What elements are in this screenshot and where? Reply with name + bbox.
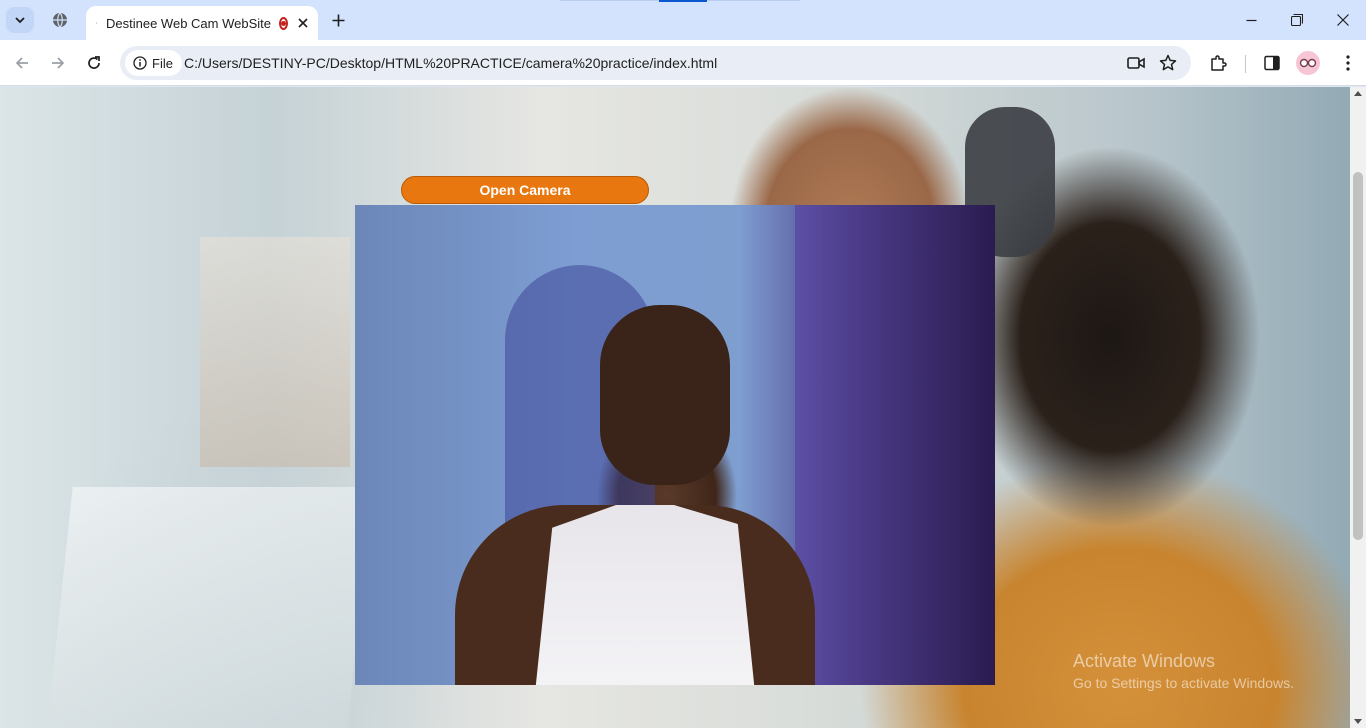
info-icon bbox=[133, 56, 147, 70]
page-viewport: Open Camera Activate Windows Go to Setti… bbox=[0, 87, 1350, 728]
plus-icon bbox=[332, 14, 344, 26]
reload-button[interactable] bbox=[82, 51, 106, 75]
video-curtain bbox=[795, 205, 995, 685]
minimize-button[interactable] bbox=[1228, 0, 1274, 40]
video-person-head bbox=[600, 305, 730, 485]
forward-arrow-icon bbox=[52, 57, 65, 69]
window-top-accent bbox=[659, 0, 707, 2]
minimize-icon bbox=[1246, 19, 1256, 21]
scroll-down-arrow-icon[interactable] bbox=[1354, 719, 1362, 724]
chevron-down-icon bbox=[15, 17, 25, 24]
back-button[interactable] bbox=[10, 51, 34, 75]
close-icon bbox=[1337, 14, 1349, 26]
camera-icon bbox=[1127, 57, 1145, 69]
activate-windows-watermark: Activate Windows Go to Settings to activ… bbox=[1073, 651, 1294, 691]
side-panel-button[interactable] bbox=[1260, 51, 1284, 75]
recording-icon bbox=[279, 16, 288, 30]
glasses-icon bbox=[1299, 58, 1317, 68]
restore-icon bbox=[1291, 14, 1303, 26]
globe-icon bbox=[53, 12, 67, 28]
tab-title: Destinee Web Cam WebSite bbox=[106, 15, 271, 31]
browser-menu-button[interactable] bbox=[1336, 51, 1360, 75]
pinned-tab[interactable] bbox=[46, 8, 74, 32]
profile-avatar-icon[interactable] bbox=[1296, 51, 1320, 75]
address-bar[interactable]: File C:/Users/DESTINY-PC/Desktop/HTML%20… bbox=[120, 46, 1191, 80]
back-arrow-icon bbox=[15, 57, 28, 69]
background-photo-shelf bbox=[200, 237, 350, 467]
site-info-chip[interactable]: File bbox=[125, 50, 182, 76]
url-text[interactable]: C:/Users/DESTINY-PC/Desktop/HTML%20PRACT… bbox=[184, 55, 717, 71]
tab-close-button[interactable] bbox=[298, 15, 308, 31]
file-scheme-label: File bbox=[152, 55, 173, 71]
tab-search-button[interactable] bbox=[6, 7, 34, 33]
restore-button[interactable] bbox=[1274, 0, 1320, 40]
scroll-up-arrow-icon[interactable] bbox=[1354, 91, 1362, 96]
scroll-thumb[interactable] bbox=[1353, 172, 1363, 540]
camera-in-use-button[interactable] bbox=[1126, 53, 1146, 73]
extensions-icon bbox=[1211, 55, 1227, 71]
watermark-subtitle: Go to Settings to activate Windows. bbox=[1073, 675, 1294, 691]
globe-icon bbox=[96, 22, 97, 24]
extensions-button[interactable] bbox=[1206, 51, 1230, 75]
star-icon bbox=[1159, 54, 1177, 71]
close-window-button[interactable] bbox=[1320, 0, 1366, 40]
background-photo-laptop bbox=[47, 487, 373, 728]
side-panel-icon bbox=[1264, 55, 1280, 71]
page-scrollbar[interactable] bbox=[1350, 87, 1366, 728]
new-tab-button[interactable] bbox=[326, 9, 350, 31]
bookmark-button[interactable] bbox=[1158, 53, 1178, 73]
open-camera-button[interactable]: Open Camera bbox=[401, 176, 649, 204]
reload-icon bbox=[88, 56, 100, 69]
active-tab[interactable]: Destinee Web Cam WebSite bbox=[86, 6, 318, 40]
watermark-title: Activate Windows bbox=[1073, 651, 1216, 671]
forward-button[interactable] bbox=[46, 51, 70, 75]
kebab-menu-icon bbox=[1346, 55, 1350, 71]
close-icon bbox=[298, 18, 308, 28]
toolbar-separator bbox=[1245, 55, 1246, 73]
webcam-video-feed bbox=[355, 205, 995, 685]
browser-toolbar: File C:/Users/DESTINY-PC/Desktop/HTML%20… bbox=[0, 40, 1366, 86]
tab-strip: Destinee Web Cam WebSite bbox=[0, 0, 1366, 40]
